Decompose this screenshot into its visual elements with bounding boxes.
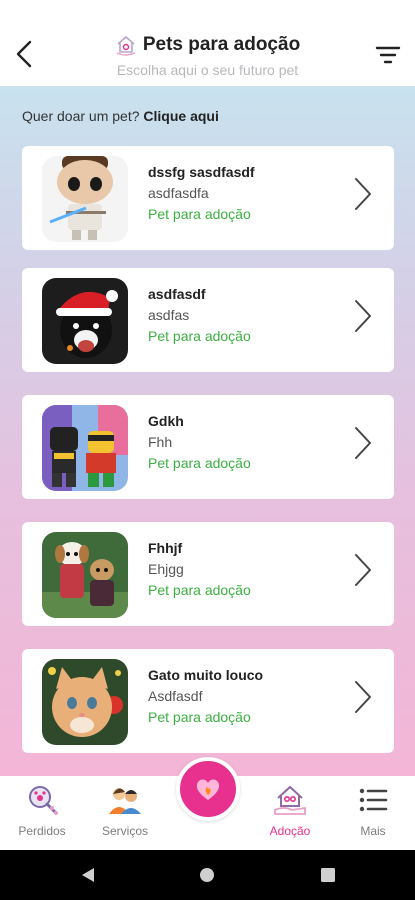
pet-status: Pet para adoção xyxy=(148,206,251,222)
system-back-icon[interactable] xyxy=(78,865,98,885)
nav-label-servicos: Serviços xyxy=(101,824,148,838)
pet-card[interactable]: Fhhjf Ehjgg Pet para adoção xyxy=(22,522,394,626)
pet-status: Pet para adoção xyxy=(148,455,251,471)
pet-description: Fhh xyxy=(148,434,173,450)
pet-photo-funko-figure xyxy=(42,156,128,242)
nav-label-mais: Mais xyxy=(360,824,386,838)
nav-label-adocao: Adoção xyxy=(269,824,311,838)
page-subtitle: Escolha aqui o seu futuro pet xyxy=(116,62,299,78)
lost-pet-search-icon xyxy=(29,786,58,815)
donate-question: Quer doar um pet? xyxy=(22,108,140,124)
pet-photo-kitten-christmas xyxy=(42,659,128,745)
filter-icon[interactable] xyxy=(375,44,401,66)
nav-item-adocao[interactable]: Adoção xyxy=(250,776,330,850)
app-header: Pets para adoção Escolha aqui o seu futu… xyxy=(0,0,415,86)
page-title: Pets para adoção xyxy=(142,34,301,55)
pet-status: Pet para adoção xyxy=(148,582,251,598)
pet-name: Fhhjf xyxy=(148,540,183,556)
system-navigation-bar xyxy=(0,850,415,900)
adoption-house-hand-icon xyxy=(274,785,306,815)
pet-status: Pet para adoção xyxy=(148,709,251,725)
chevron-right-icon xyxy=(355,300,371,332)
pet-card[interactable]: Gato muito louco Asdfasdf Pet para adoçã… xyxy=(22,649,394,753)
pet-list-area[interactable]: Quer doar um pet? Clique aqui dssfg sasd… xyxy=(0,86,415,776)
pet-card[interactable]: asdfasdf asdfas Pet para adoção xyxy=(22,268,394,372)
chevron-right-icon xyxy=(355,681,371,713)
nav-label-perdidos: Perdidos xyxy=(18,824,66,838)
pet-card[interactable]: dssfg sasdfasdf asdfasdfa Pet para adoçã… xyxy=(22,146,394,250)
system-recents-icon[interactable] xyxy=(318,865,338,885)
donate-prompt: Quer doar um pet? Clique aqui xyxy=(22,108,219,124)
system-home-icon[interactable] xyxy=(197,865,217,885)
adoption-house-icon xyxy=(116,35,136,56)
services-people-icon xyxy=(109,788,141,814)
donate-link[interactable]: Clique aqui xyxy=(143,108,218,124)
chevron-right-icon xyxy=(355,178,371,210)
pet-photo-dog-santa-hat xyxy=(42,278,128,364)
pet-name: asdfasdf xyxy=(148,286,206,302)
pet-name: dssfg sasdfasdf xyxy=(148,164,255,180)
nav-item-mais[interactable]: Mais xyxy=(333,776,413,850)
pet-description: asdfasdfa xyxy=(148,185,209,201)
pet-name: Gdkh xyxy=(148,413,184,429)
pet-photo-lego-figures xyxy=(42,405,128,491)
pet-description: Asdfasdf xyxy=(148,688,203,704)
pet-description: asdfas xyxy=(148,307,190,323)
pet-card[interactable]: Gdkh Fhh Pet para adoção xyxy=(22,395,394,499)
pet-status: Pet para adoção xyxy=(148,328,251,344)
pet-name: Gato muito louco xyxy=(148,667,264,683)
chevron-right-icon xyxy=(355,427,371,459)
pet-description: Ehjgg xyxy=(148,561,184,577)
pet-photo-two-puppies xyxy=(42,532,128,618)
title-row: Pets para adoção xyxy=(0,34,415,56)
nav-item-servicos[interactable]: Serviços xyxy=(85,776,165,850)
more-list-icon xyxy=(359,788,388,812)
chevron-right-icon xyxy=(355,554,371,586)
favorites-fab-button[interactable] xyxy=(176,757,240,821)
heart-icon xyxy=(196,779,220,800)
nav-item-perdidos[interactable]: Perdidos xyxy=(2,776,82,850)
